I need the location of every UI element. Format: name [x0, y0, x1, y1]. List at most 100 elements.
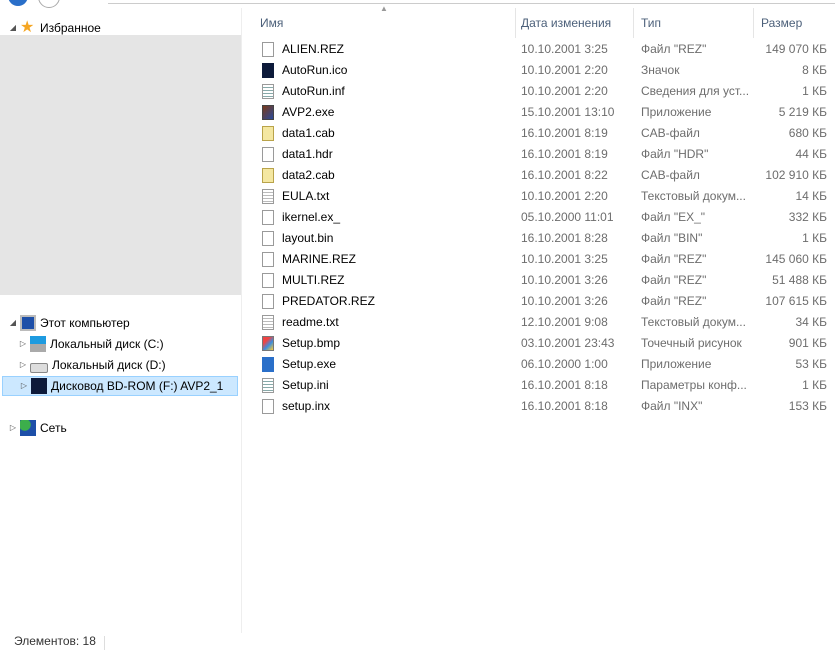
nav-network[interactable]: ▷ Сеть [8, 418, 67, 438]
file-row[interactable]: Setup.ini 16.10.2001 8:18 Параметры конф… [260, 375, 835, 396]
forward-button[interactable] [38, 0, 60, 8]
file-row[interactable]: setup.inx 16.10.2001 8:18 Файл "INX" 153… [260, 396, 835, 417]
file-date: 05.10.2000 11:01 [521, 210, 614, 224]
file-name: AVP2.exe [282, 105, 335, 119]
file-date: 16.10.2001 8:19 [521, 126, 608, 140]
file-text-icon [262, 189, 274, 204]
file-row[interactable]: data2.cab 16.10.2001 8:22 CAB-файл 102 9… [260, 165, 835, 186]
file-size: 145 060 КБ [765, 252, 827, 266]
column-divider[interactable] [633, 8, 634, 38]
file-row[interactable]: EULA.txt 10.10.2001 2:20 Текстовый докум… [260, 186, 835, 207]
file-size: 1 КБ [802, 231, 827, 245]
file-blank-icon [262, 231, 274, 246]
file-settings-icon [262, 378, 274, 393]
status-item-count: Элементов: 18 [14, 634, 96, 648]
nav-label: Избранное [40, 21, 101, 35]
file-cab-icon [262, 168, 274, 183]
file-setup-icon [262, 357, 274, 372]
file-row[interactable]: ALIEN.REZ 10.10.2001 3:25 Файл "REZ" 149… [260, 39, 835, 60]
column-header-name[interactable]: Имя [260, 11, 283, 35]
file-name: MULTI.REZ [282, 273, 345, 287]
file-name: setup.inx [282, 399, 331, 413]
file-date: 16.10.2001 8:19 [521, 147, 608, 161]
file-date: 16.10.2001 8:18 [521, 399, 608, 413]
file-type: Файл "HDR" [641, 147, 709, 161]
file-date: 10.10.2001 2:20 [521, 63, 608, 77]
file-date: 10.10.2001 3:26 [521, 273, 608, 287]
sort-ascending-icon: ▲ [380, 4, 388, 13]
file-type: Приложение [641, 357, 712, 371]
file-type: Значок [641, 63, 680, 77]
file-size: 332 КБ [788, 210, 827, 224]
toolbar [0, 0, 835, 8]
nav-label: Локальный диск (C:) [50, 337, 164, 351]
file-date: 10.10.2001 3:25 [521, 42, 608, 56]
nav-label: Сеть [40, 421, 67, 435]
file-row[interactable]: layout.bin 16.10.2001 8:28 Файл "BIN" 1 … [260, 228, 835, 249]
file-row[interactable]: ikernel.ex_ 05.10.2000 11:01 Файл "EX_" … [260, 207, 835, 228]
file-size: 51 488 КБ [772, 273, 827, 287]
file-row[interactable]: data1.cab 16.10.2001 8:19 CAB-файл 680 К… [260, 123, 835, 144]
column-header-type[interactable]: Тип [641, 11, 661, 35]
file-blank-icon [262, 294, 274, 309]
file-name: AutoRun.inf [282, 84, 345, 98]
file-row[interactable]: MARINE.REZ 10.10.2001 3:25 Файл "REZ" 14… [260, 249, 835, 270]
file-name: data1.cab [282, 126, 335, 140]
collapsed-icon[interactable]: ▷ [8, 418, 18, 438]
file-row[interactable]: AVP2.exe 15.10.2001 13:10 Приложение 5 2… [260, 102, 835, 123]
file-type: CAB-файл [641, 168, 700, 182]
file-row[interactable]: AutoRun.inf 10.10.2001 2:20 Сведения для… [260, 81, 835, 102]
nav-drive-f[interactable]: ▷ Дисковод BD-ROM (F:) AVP2_1 [2, 376, 238, 396]
nav-label: Локальный диск (D:) [52, 358, 166, 372]
column-divider[interactable] [753, 8, 754, 38]
file-row[interactable]: MULTI.REZ 10.10.2001 3:26 Файл "REZ" 51 … [260, 270, 835, 291]
file-size: 680 КБ [788, 126, 827, 140]
expanded-icon[interactable]: ◢ [8, 18, 18, 38]
disc-drive-icon [31, 378, 47, 394]
file-name: Setup.exe [282, 357, 337, 371]
file-type: Файл "REZ" [641, 273, 707, 287]
address-bar[interactable] [108, 0, 835, 4]
file-type: Параметры конф... [641, 378, 747, 392]
nav-drive-c[interactable]: ▷ Локальный диск (C:) [18, 334, 164, 354]
file-date: 16.10.2001 8:28 [521, 231, 608, 245]
file-type: Файл "REZ" [641, 294, 707, 308]
file-name: Setup.ini [282, 378, 329, 392]
file-list: ▲ Имя Дата изменения Тип Размер ALIEN.RE… [242, 4, 835, 633]
file-row[interactable]: data1.hdr 16.10.2001 8:19 Файл "HDR" 44 … [260, 144, 835, 165]
file-row[interactable]: readme.txt 12.10.2001 9:08 Текстовый док… [260, 312, 835, 333]
file-type: Текстовый докум... [641, 315, 746, 329]
column-header-date[interactable]: Дата изменения [521, 11, 611, 35]
file-row[interactable]: Setup.bmp 03.10.2001 23:43 Точечный рису… [260, 333, 835, 354]
nav-this-pc[interactable]: ◢ Этот компьютер [8, 313, 130, 333]
file-type: CAB-файл [641, 126, 700, 140]
file-blank-icon [262, 147, 274, 162]
expanded-icon[interactable]: ◢ [8, 313, 18, 333]
file-blank-icon [262, 210, 274, 225]
column-header-size[interactable]: Размер [761, 11, 802, 35]
column-divider[interactable] [515, 8, 516, 38]
star-icon: ★ [20, 19, 35, 36]
file-name: ALIEN.REZ [282, 42, 345, 56]
status-divider [104, 636, 105, 650]
file-bitmap-icon [262, 336, 274, 351]
file-image-icon [262, 63, 274, 78]
collapsed-icon[interactable]: ▷ [18, 355, 28, 375]
collapsed-icon[interactable]: ▷ [19, 376, 29, 396]
navigation-pane: ◢ ★ Избранное ◢ Этот компьютер ▷ Локальн… [0, 8, 242, 633]
file-name: layout.bin [282, 231, 334, 245]
file-type: Приложение [641, 105, 712, 119]
file-blank-icon [262, 252, 274, 267]
file-row[interactable]: PREDATOR.REZ 10.10.2001 3:26 Файл "REZ" … [260, 291, 835, 312]
back-button[interactable] [8, 0, 28, 6]
nav-drive-d[interactable]: ▷ Локальный диск (D:) [18, 355, 166, 375]
file-size: 5 219 КБ [778, 105, 827, 119]
file-row[interactable]: AutoRun.ico 10.10.2001 2:20 Значок 8 КБ [260, 60, 835, 81]
nav-label: Этот компьютер [40, 316, 130, 330]
file-row[interactable]: Setup.exe 06.10.2000 1:00 Приложение 53 … [260, 354, 835, 375]
nav-favorites[interactable]: ◢ ★ Избранное [8, 18, 101, 38]
file-size: 153 КБ [788, 399, 827, 413]
file-name: EULA.txt [282, 189, 330, 203]
file-name: MARINE.REZ [282, 252, 357, 266]
collapsed-icon[interactable]: ▷ [18, 334, 28, 354]
